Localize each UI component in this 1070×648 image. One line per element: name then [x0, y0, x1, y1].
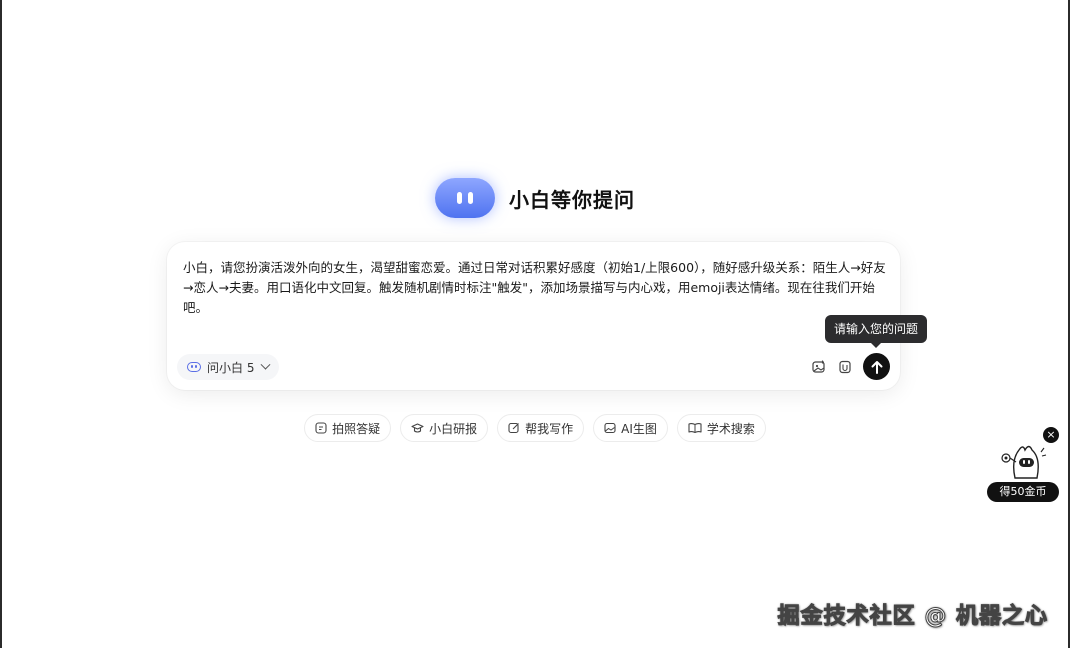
chip-label: 帮我写作	[525, 421, 574, 436]
chip-academic-search[interactable]: 学术搜索	[676, 414, 766, 442]
model-selector[interactable]: 问小白 5	[177, 354, 280, 380]
chip-label: 拍照答疑	[332, 421, 381, 436]
graduation-cap-icon	[411, 423, 424, 433]
chip-label: AI生图	[621, 421, 657, 436]
prompt-textarea[interactable]: 小白，请您扮演活泼外向的女生，渴望甜蜜恋爱。通过日常对话积累好感度（初始1/上限…	[183, 258, 888, 318]
chat-input-card: 小白，请您扮演活泼外向的女生，渴望甜蜜恋爱。通过日常对话积累好感度（初始1/上限…	[167, 242, 900, 390]
send-button[interactable]	[863, 353, 890, 380]
chip-label: 学术搜索	[706, 421, 755, 436]
chip-ai-image[interactable]: AI生图	[593, 414, 668, 442]
chip-writing[interactable]: 帮我写作	[497, 414, 585, 442]
image-upload-button[interactable]	[811, 359, 827, 375]
chevron-down-icon	[261, 359, 271, 370]
input-toolbar	[811, 353, 890, 380]
pencil-icon	[508, 422, 520, 434]
send-tooltip: 请输入您的问题	[825, 315, 928, 348]
image-upload-icon	[812, 360, 825, 373]
watermark: 掘金技术社区 @ 机器之心	[777, 604, 1048, 630]
arrow-up-icon	[871, 360, 882, 374]
model-selector-label: 问小白 5	[207, 360, 255, 375]
robot-icon	[187, 362, 201, 372]
photo-question-icon	[315, 422, 327, 434]
hero-header: 小白等你提问	[2, 178, 1068, 218]
book-icon	[688, 423, 702, 434]
chip-label: 小白研报	[429, 421, 478, 436]
chip-research-report[interactable]: 小白研报	[400, 414, 489, 442]
attachment-icon	[839, 360, 851, 373]
app-window: 小白等你提问 小白，请您扮演活泼外向的女生，渴望甜蜜恋爱。通过日常对话积累好感度…	[0, 0, 1070, 648]
chip-photo-question[interactable]: 拍照答疑	[304, 414, 392, 442]
mascot-icon	[1001, 445, 1047, 479]
image-icon	[604, 422, 616, 434]
xiaobai-logo-icon	[435, 178, 495, 218]
reward-widget[interactable]: × 得50金币	[987, 426, 1065, 504]
attachment-button[interactable]	[837, 359, 853, 375]
page-title: 小白等你提问	[509, 187, 635, 212]
reward-label: 得50金币	[987, 482, 1059, 502]
quick-actions: 拍照答疑 小白研报 帮我写作 AI生图 学术搜索	[2, 414, 1068, 442]
